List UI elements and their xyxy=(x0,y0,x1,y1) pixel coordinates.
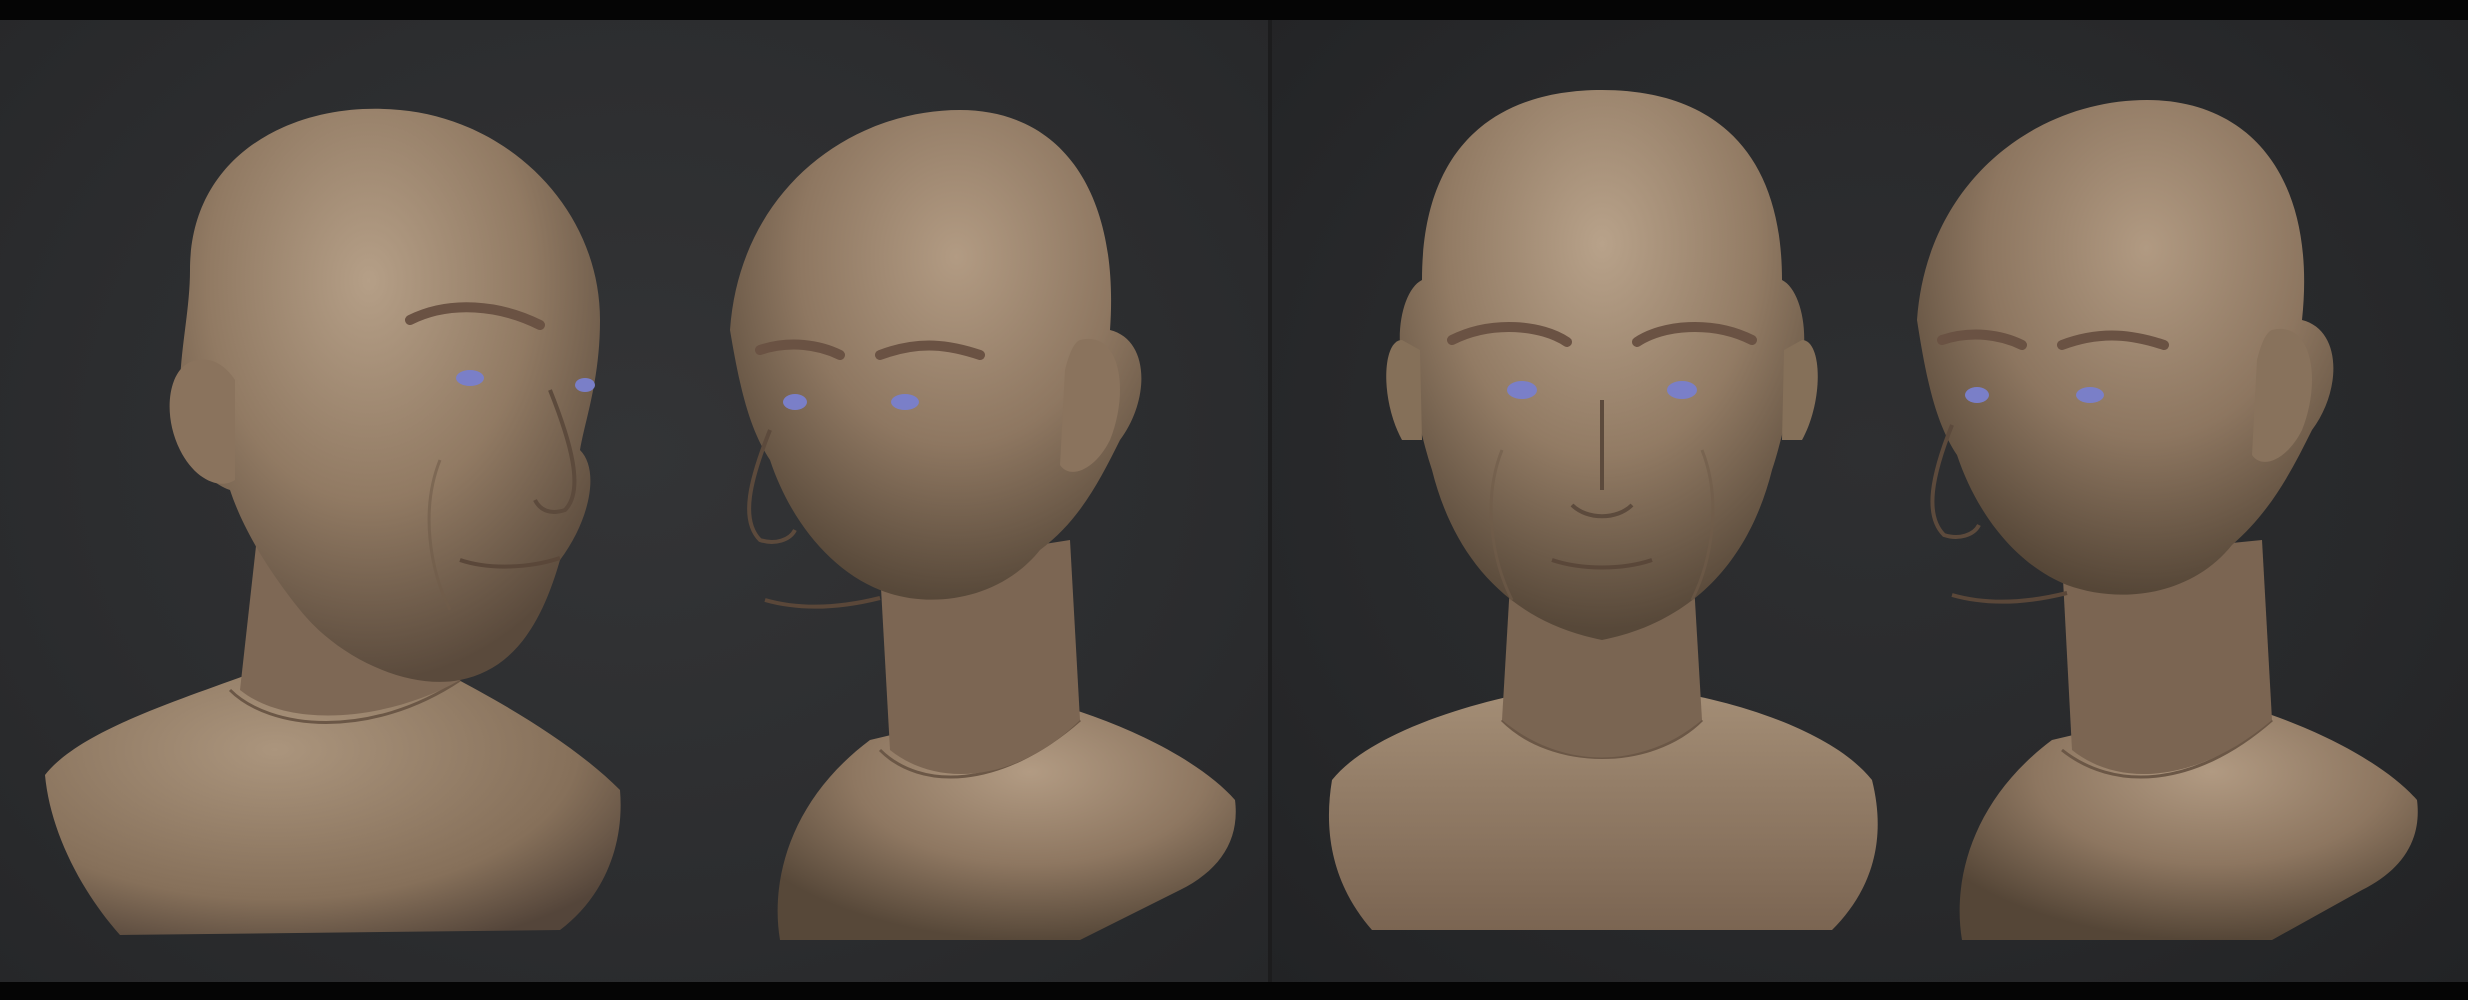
right-render-panel xyxy=(1272,20,2468,982)
ear-right xyxy=(1782,340,1818,440)
eye-iris xyxy=(1965,387,1989,403)
eye-iris xyxy=(1507,381,1537,399)
head-bust-three-quarter-left xyxy=(730,110,1236,940)
mouth xyxy=(764,596,881,609)
ear xyxy=(169,359,235,484)
eye-iris xyxy=(575,378,595,392)
head-bust-three-quarter-left-2 xyxy=(1917,100,2418,940)
head-bust-front xyxy=(1328,90,1878,930)
mouth xyxy=(1951,591,2068,604)
bottom-letterbox-bar xyxy=(0,982,2468,1000)
top-letterbox-bar xyxy=(0,0,2468,20)
ear-left xyxy=(1386,340,1422,440)
eye-iris xyxy=(456,370,484,386)
skull xyxy=(1399,90,1805,640)
eye-iris xyxy=(783,394,807,410)
skull xyxy=(180,108,600,682)
eye-iris xyxy=(891,394,919,410)
left-render-panel xyxy=(0,20,1268,982)
eye-iris xyxy=(2076,387,2104,403)
eye-iris xyxy=(1667,381,1697,399)
head-bust-three-quarter-right xyxy=(45,108,621,935)
